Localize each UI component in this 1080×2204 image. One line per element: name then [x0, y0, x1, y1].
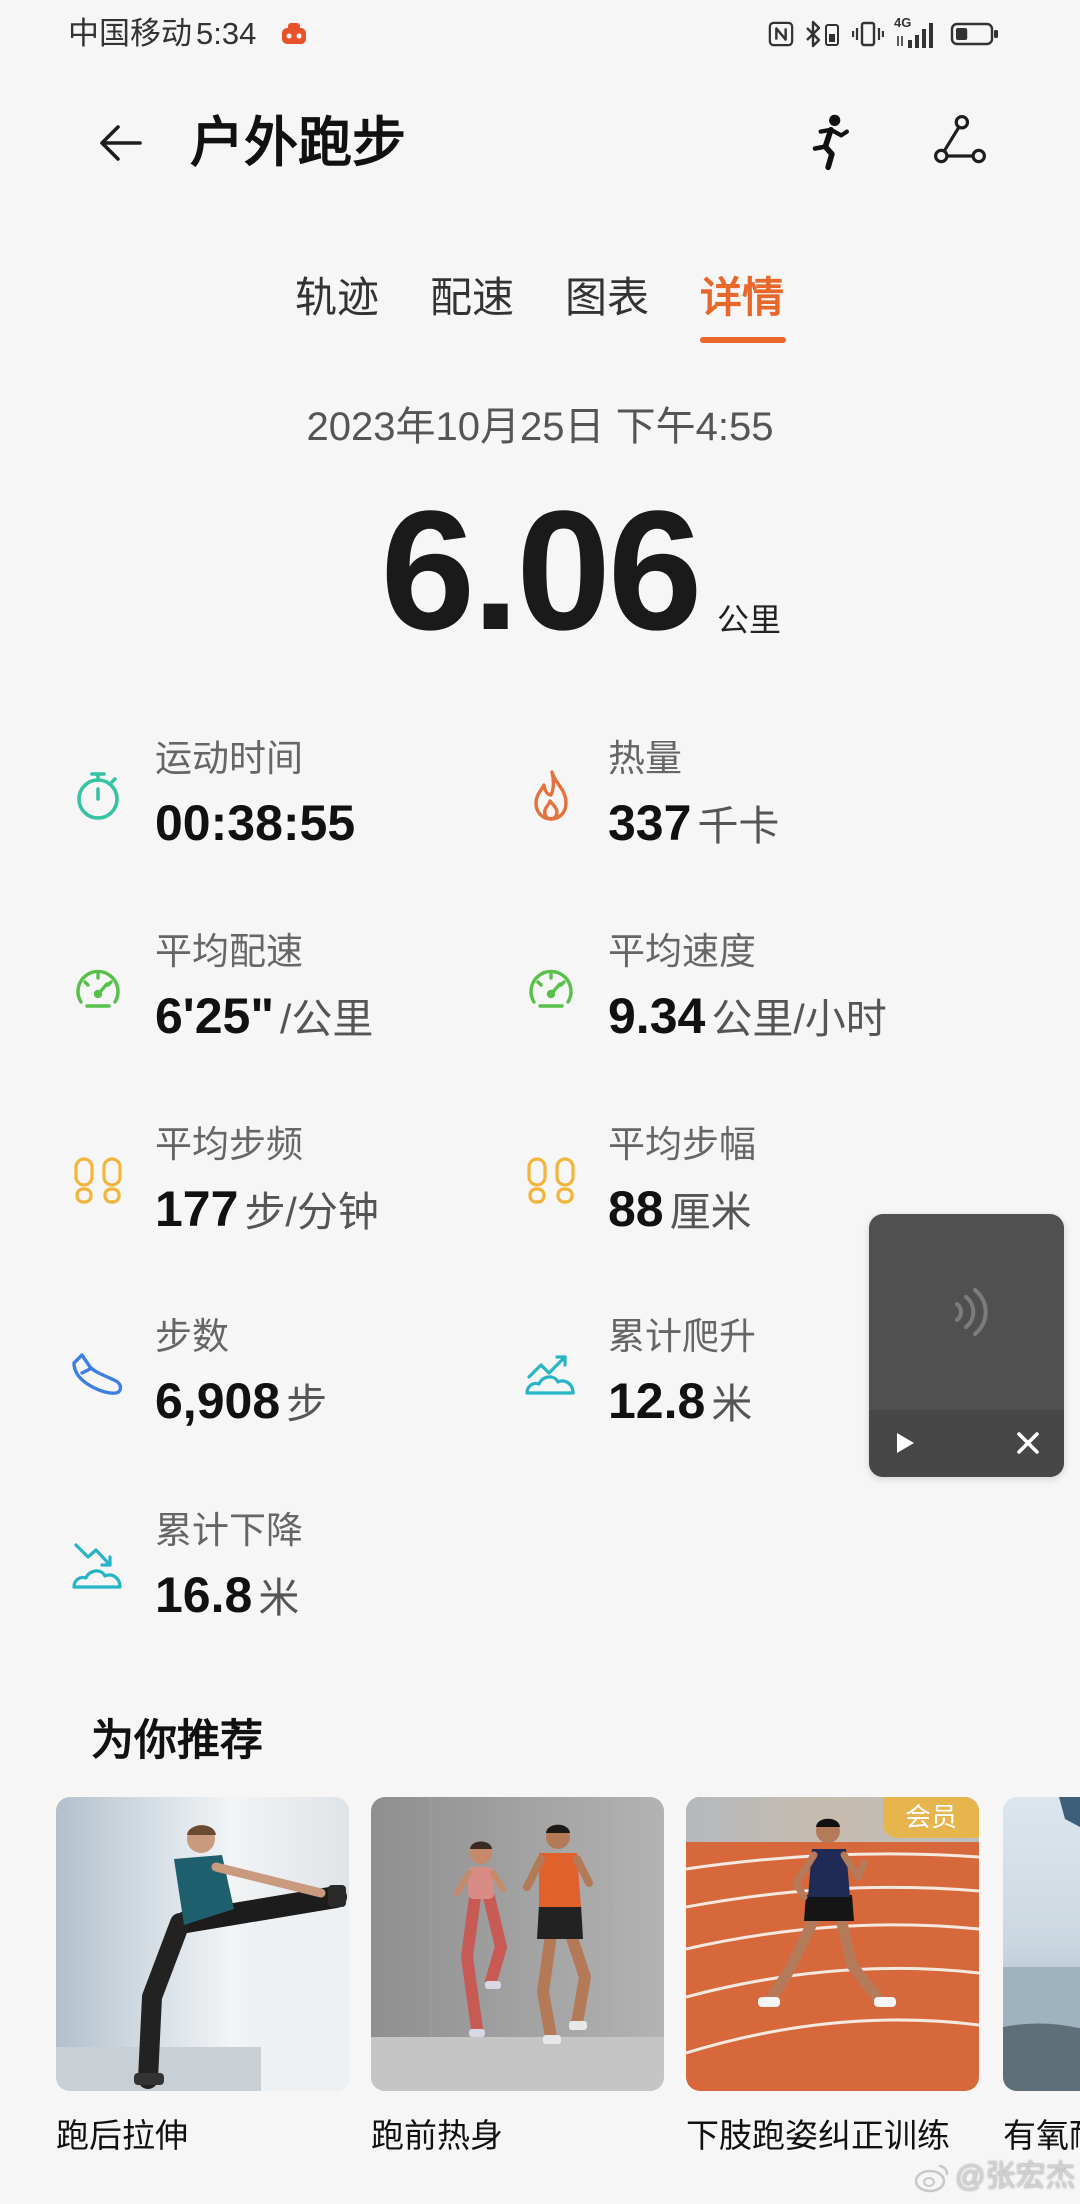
member-badge: 会员 [883, 1797, 979, 1838]
status-time: 5:34 [196, 16, 257, 51]
recommend-card-label[interactable]: 下肢跑姿纠正训练 [686, 2116, 979, 2156]
bluetooth-icon [804, 19, 842, 49]
route-share-button[interactable] [928, 109, 992, 173]
tab-track[interactable]: 轨迹 [272, 272, 402, 324]
card-photo-track-running [686, 1797, 979, 2091]
stat-label: 热量 [608, 738, 682, 779]
stat-label: 平均步幅 [608, 1124, 756, 1165]
flame-icon [521, 765, 581, 825]
back-arrow-icon [100, 125, 142, 161]
status-bar-right: 4G [768, 16, 1000, 52]
stat-unit: 步 [286, 1381, 328, 1427]
elevation-loss-icon [68, 1537, 128, 1597]
total-distance: 6.06 [380, 476, 703, 666]
elevation-gain-icon [521, 1343, 581, 1403]
running-pose-button[interactable] [798, 109, 862, 173]
tab-details[interactable]: 详情 [677, 272, 807, 324]
stat-unit: 公里/小时 [711, 996, 887, 1042]
stat-value: 88 [608, 1181, 664, 1237]
nfc-icon [768, 19, 794, 49]
stat-label: 累计下降 [155, 1510, 303, 1551]
signal-icon: 4G [894, 15, 940, 50]
stat-elevation-loss: 累计下降 16.8 米 [68, 1509, 488, 1625]
recommend-card-label[interactable]: 跑后拉伸 [56, 2116, 349, 2156]
floating-media-widget[interactable] [869, 1214, 1064, 1477]
stat-unit: 厘米 [669, 1189, 752, 1235]
stat-avg-pace: 平均配速 6'25"/公里 [68, 930, 488, 1046]
recommend-card[interactable] [371, 1797, 664, 2091]
stat-calories: 热量 337 千卡 [521, 737, 941, 853]
stat-unit: /公里 [280, 996, 374, 1042]
stat-label: 平均速度 [608, 931, 756, 972]
running-shoe-icon [68, 1343, 128, 1403]
status-bar-left: 中国移动 5:34 [68, 16, 256, 52]
stat-value: 9.34 [608, 988, 706, 1044]
speedometer-icon [68, 958, 128, 1018]
vibrate-icon [852, 19, 884, 49]
card-photo-aerobic [1003, 1797, 1080, 2091]
recommend-card[interactable] [56, 1797, 349, 2091]
battery-fill [956, 28, 968, 40]
tab-pace[interactable]: 配速 [407, 272, 537, 324]
stat-avg-cadence: 平均步频 177 步/分钟 [68, 1123, 488, 1239]
stat-value: 12.8 [608, 1373, 706, 1429]
stat-unit: 米 [711, 1381, 753, 1427]
stat-value: 00:38:55 [155, 795, 356, 851]
close-icon[interactable] [1013, 1428, 1043, 1458]
stat-steps: 步数 6,908 步 [68, 1315, 488, 1431]
battery-icon [950, 20, 1000, 48]
stopwatch-icon [68, 765, 128, 825]
speedometer-icon [521, 958, 581, 1018]
tab-charts[interactable]: 图表 [542, 272, 672, 324]
recommend-card-label[interactable]: 跑前热身 [371, 2116, 664, 2156]
recommend-card[interactable] [1003, 1797, 1080, 2091]
stat-label: 平均配速 [155, 931, 303, 972]
back-button[interactable] [88, 111, 152, 175]
card-photo-stretching [56, 1797, 349, 2091]
footprints-icon [521, 1151, 581, 1211]
distance-unit: 公里 [717, 602, 782, 638]
app-notification-icon [279, 19, 309, 49]
stat-avg-speed: 平均速度 9.34 公里/小时 [521, 930, 941, 1046]
watermark-text: @张宏杰 [955, 2160, 1076, 2193]
stat-value: 16.8 [155, 1567, 253, 1623]
card-photo-warmup [371, 1797, 664, 2091]
play-icon[interactable] [889, 1428, 919, 1458]
sound-wave-icon [955, 1288, 988, 1336]
route-share-icon [934, 115, 986, 164]
stat-label: 累计爬升 [608, 1316, 756, 1357]
stat-value: 6'25" [155, 988, 275, 1044]
page-title: 户外跑步 [190, 113, 406, 173]
stat-unit: 米 [258, 1575, 300, 1621]
stat-label: 运动时间 [155, 738, 303, 779]
stat-label: 平均步频 [155, 1124, 303, 1165]
stat-value: 177 [155, 1181, 239, 1237]
workout-datetime: 2023年10月25日 下午4:55 [306, 405, 774, 449]
stat-unit: 步/分钟 [244, 1189, 379, 1235]
weibo-logo-icon [914, 2164, 949, 2193]
carrier-label: 中国移动 [68, 16, 192, 51]
recommend-card-label[interactable]: 有氧耐 [1003, 2116, 1080, 2156]
network-type-label: 4G [894, 15, 912, 30]
runner-icon [812, 114, 849, 171]
active-tab-indicator [700, 337, 786, 343]
recommend-card[interactable]: 会员 [686, 1797, 979, 2091]
recommend-section-title: 为你推荐 [91, 1717, 263, 1765]
footprints-icon [68, 1151, 128, 1211]
stat-unit: 千卡 [697, 803, 780, 849]
stat-label: 步数 [155, 1316, 229, 1357]
stat-value: 6,908 [155, 1373, 281, 1429]
stat-duration: 运动时间 00:38:55 [68, 737, 488, 853]
stat-value: 337 [608, 795, 692, 851]
